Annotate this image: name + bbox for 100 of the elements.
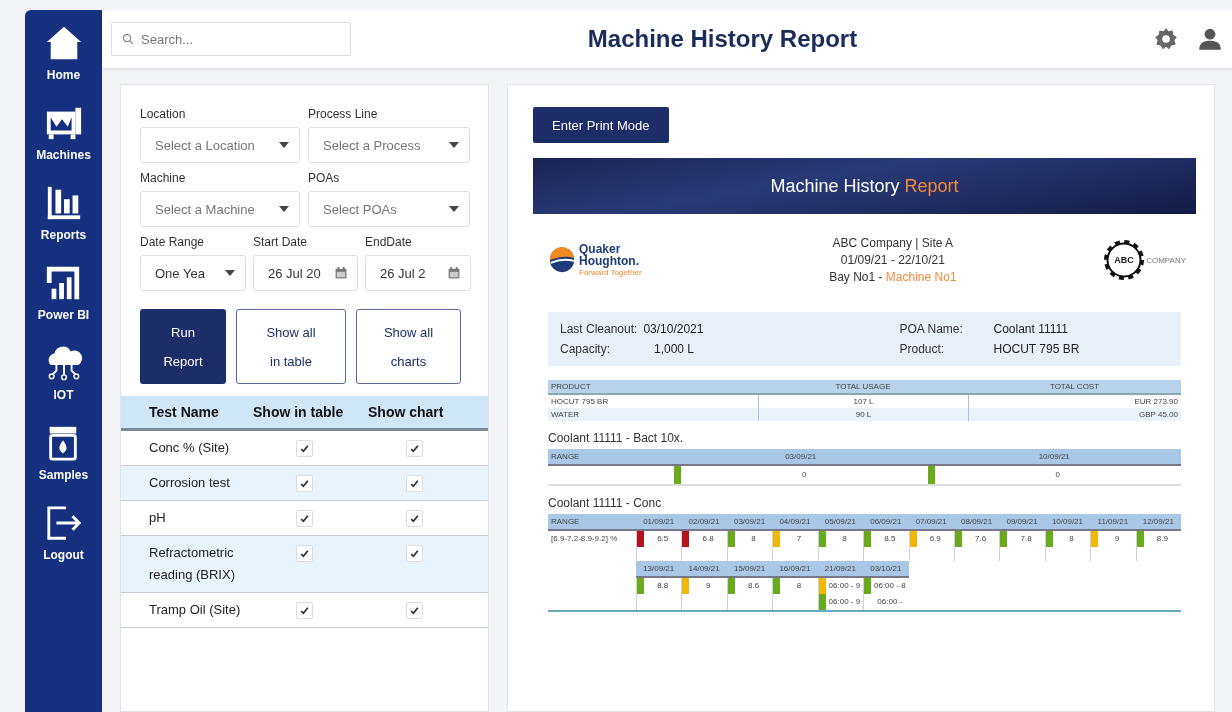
dropdown[interactable]: Select a Process bbox=[308, 127, 470, 163]
caret-icon bbox=[449, 142, 459, 148]
range-value: [6.9-7.2-8.9-9.2] % bbox=[550, 533, 619, 545]
search-icon bbox=[122, 33, 134, 45]
checkbox[interactable] bbox=[406, 440, 423, 457]
dropdown[interactable]: Select a Location bbox=[140, 127, 300, 163]
column-header: 21/09/21 bbox=[817, 561, 864, 578]
calendar-icon bbox=[335, 267, 347, 279]
check-icon bbox=[299, 443, 310, 454]
checkbox[interactable] bbox=[296, 440, 313, 457]
column-header: RANGE bbox=[550, 451, 581, 463]
checkbox[interactable] bbox=[296, 475, 313, 492]
table-cell-text: 8 bbox=[1068, 533, 1075, 545]
run-report-button[interactable]: Run Report bbox=[140, 309, 226, 384]
table-cell-text: 06:00 - bbox=[876, 596, 904, 608]
section-title: Coolant 11111 - Conc bbox=[548, 496, 663, 510]
table-cell-text: 8 bbox=[795, 580, 803, 592]
field-label: Capacity: bbox=[560, 342, 612, 356]
column-header: RANGE bbox=[548, 514, 636, 531]
dropdown[interactable]: Select POAs bbox=[308, 191, 470, 227]
company-site: ABC Company | Site A bbox=[832, 236, 954, 250]
column-header: 06/09/21 bbox=[863, 514, 909, 531]
table-cell-text: 0 bbox=[1054, 469, 1061, 481]
check-icon bbox=[299, 478, 310, 489]
table-cell-text: 06:00 - 9 bbox=[827, 580, 862, 592]
column-header: 03/09/21 bbox=[726, 514, 773, 531]
check-icon bbox=[409, 605, 420, 616]
machine-location: Bay No1 - Machine No1 bbox=[829, 270, 957, 284]
print-mode-button[interactable]: Enter Print Mode bbox=[533, 107, 669, 143]
sidebar-item[interactable]: Machines bbox=[36, 104, 91, 162]
table-cell-text: 9 bbox=[1113, 533, 1121, 545]
table-cell: 90 L bbox=[758, 408, 968, 421]
column-header: 13/09/21 bbox=[636, 561, 682, 578]
settings-icon[interactable] bbox=[1154, 27, 1178, 51]
caret-icon bbox=[225, 270, 235, 276]
sidebar-item[interactable]: IOT bbox=[44, 344, 83, 402]
field-label: POA Name: bbox=[899, 322, 964, 336]
sidebar-item[interactable]: Power BI bbox=[37, 264, 90, 322]
table-cell-text: 7 bbox=[795, 533, 803, 545]
column-header: 03/10/21 bbox=[863, 561, 909, 578]
logout-icon bbox=[44, 504, 83, 542]
field-label: Product: bbox=[899, 342, 946, 356]
caret-icon bbox=[279, 142, 289, 148]
sidebar-item[interactable]: Reports bbox=[40, 184, 87, 242]
field-value: 03/10/2021 bbox=[643, 322, 704, 336]
column-header: 15/09/21 bbox=[726, 561, 773, 578]
client-logo: ABC COMPANY bbox=[1104, 240, 1186, 280]
column-header: 02/09/21 bbox=[681, 514, 727, 531]
home-icon bbox=[44, 24, 83, 62]
column-header: Test Name bbox=[148, 404, 220, 420]
field-value: 1,000 L bbox=[654, 342, 695, 356]
table-cell-text: 7.8 bbox=[1019, 533, 1033, 545]
caret-icon bbox=[449, 206, 459, 212]
dropdown[interactable]: Select a Machine bbox=[140, 191, 300, 227]
sidebar-item[interactable]: Home bbox=[44, 24, 83, 82]
caret-icon bbox=[279, 206, 289, 212]
table-cell-text: 6.9 bbox=[928, 533, 942, 545]
search-field[interactable]: Search... bbox=[111, 22, 351, 56]
table-cell-text: 6.8 bbox=[701, 533, 715, 545]
test-name: Refractometric reading (BRIX) bbox=[148, 544, 236, 584]
column-header: 11/09/21 bbox=[1090, 514, 1136, 531]
table-cell-text: 0 bbox=[801, 469, 808, 481]
sidebar-item[interactable]: Samples bbox=[38, 424, 89, 482]
field-value: HOCUT 795 BR bbox=[993, 342, 1080, 356]
field-label: EndDate bbox=[365, 235, 413, 249]
checkbox[interactable] bbox=[296, 602, 313, 619]
field-label: Machine bbox=[140, 171, 187, 185]
checkbox[interactable] bbox=[296, 545, 313, 562]
sidebar-item[interactable]: Logout bbox=[43, 504, 84, 562]
date-field[interactable]: 26 Jul 20 bbox=[253, 255, 358, 291]
checkbox[interactable] bbox=[406, 602, 423, 619]
check-icon bbox=[409, 443, 420, 454]
checkbox[interactable] bbox=[406, 510, 423, 527]
table-cell-text: 9 bbox=[704, 580, 712, 592]
test-name: Conc % (Site) bbox=[148, 439, 231, 457]
test-name: Corrosion test bbox=[148, 474, 231, 492]
checkbox[interactable] bbox=[406, 545, 423, 562]
table-cell-text: 6.5 bbox=[656, 533, 670, 545]
table-cell-text: 8.9 bbox=[1155, 533, 1169, 545]
check-icon bbox=[409, 478, 420, 489]
field-label: Last Cleanout: bbox=[560, 322, 638, 336]
column-header: 16/09/21 bbox=[772, 561, 818, 578]
page-title: Machine History Report bbox=[586, 25, 859, 53]
field-label: Date Range bbox=[140, 235, 206, 249]
section-title: Coolant 11111 - Bact 10x. bbox=[548, 431, 685, 445]
dropdown[interactable]: One Yea bbox=[140, 255, 246, 291]
show-all-button[interactable]: Show all in table bbox=[236, 309, 346, 384]
check-icon bbox=[409, 548, 420, 559]
show-all-button[interactable]: Show all charts bbox=[356, 309, 461, 384]
column-header: 01/09/21 bbox=[636, 514, 682, 531]
table-cell-text: 06:00 - 9 bbox=[827, 596, 862, 608]
check-icon bbox=[299, 513, 310, 524]
column-header: 07/09/21 bbox=[908, 514, 954, 531]
checkbox[interactable] bbox=[406, 475, 423, 492]
checkbox[interactable] bbox=[296, 510, 313, 527]
table-cell-text: 8.8 bbox=[656, 580, 670, 592]
date-field[interactable]: 26 Jul 2 bbox=[365, 255, 471, 291]
column-header: 10/09/21 bbox=[1044, 514, 1091, 531]
user-icon[interactable] bbox=[1198, 27, 1222, 51]
table-cell-text: 8 bbox=[750, 533, 757, 545]
